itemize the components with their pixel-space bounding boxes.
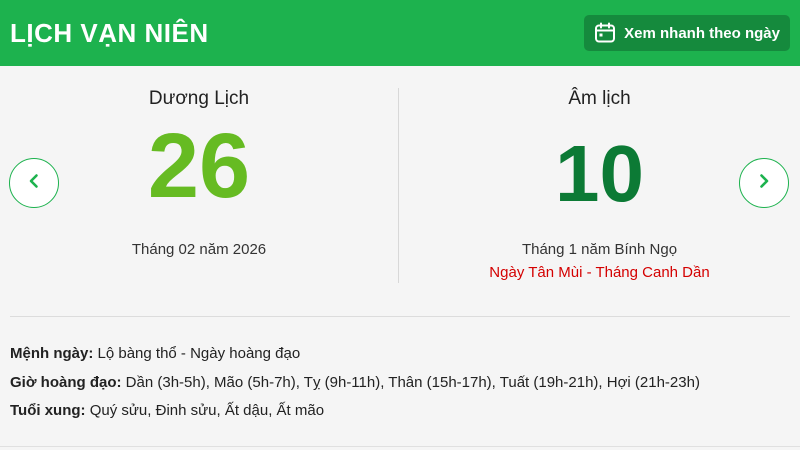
menh-ngay-label: Mệnh ngày:: [10, 345, 94, 362]
tuoi-xung-label: Tuổi xung:: [10, 402, 86, 419]
tuoi-xung-row: Tuổi xung: Quý sửu, Đinh sửu, Ất dậu, Ất…: [10, 397, 790, 426]
menh-ngay-row: Mệnh ngày: Lộ bàng thổ - Ngày hoàng đạo: [10, 340, 790, 369]
calendar-icon: [594, 22, 616, 44]
section-divider: [10, 316, 790, 317]
solar-column: Dương Lịch 26 Tháng 02 năm 2026: [0, 66, 398, 316]
gio-hoang-dao-label: Giờ hoàng đạo:: [10, 373, 122, 391]
day-info: Mệnh ngày: Lộ bàng thổ - Ngày hoàng đạo …: [10, 340, 790, 426]
solar-day: 26: [147, 115, 251, 217]
solar-month-year: Tháng 02 năm 2026: [131, 241, 267, 258]
app-header: LỊCH VẠN NIÊN Xem nhanh theo ngày: [0, 0, 800, 66]
solar-title: Dương Lịch: [148, 88, 250, 109]
lunar-can-chi: Ngày Tân Mùi - Tháng Canh Dần: [489, 264, 710, 281]
tuoi-xung-value: Quý sửu, Đinh sửu, Ất dậu, Ất mão: [85, 402, 325, 419]
lunar-title: Âm lịch: [568, 88, 631, 109]
menh-ngay-value: Lộ bàng thổ - Ngày hoàng đạo: [93, 345, 301, 362]
next-day-button[interactable]: [739, 158, 789, 208]
gio-hoang-dao-value: Dần (3h-5h), Mão (5h-7h), Tỵ (9h-11h), T…: [121, 373, 700, 391]
gio-hoang-dao-row: Giờ hoàng đạo: Dần (3h-5h), Mão (5h-7h),…: [10, 369, 790, 398]
calendar-panel: Dương Lịch 26 Tháng 02 năm 2026 Âm lịch …: [0, 66, 800, 316]
chevron-right-icon: [755, 172, 773, 195]
chevron-left-icon: [25, 172, 43, 195]
prev-day-button[interactable]: [9, 158, 59, 208]
quick-view-label: Xem nhanh theo ngày: [624, 24, 780, 42]
quick-view-button[interactable]: Xem nhanh theo ngày: [584, 15, 790, 51]
app-title: LỊCH VẠN NIÊN: [10, 17, 209, 48]
bottom-divider: [0, 446, 800, 447]
lunar-month-year: Tháng 1 năm Bính Ngọ: [521, 241, 678, 258]
